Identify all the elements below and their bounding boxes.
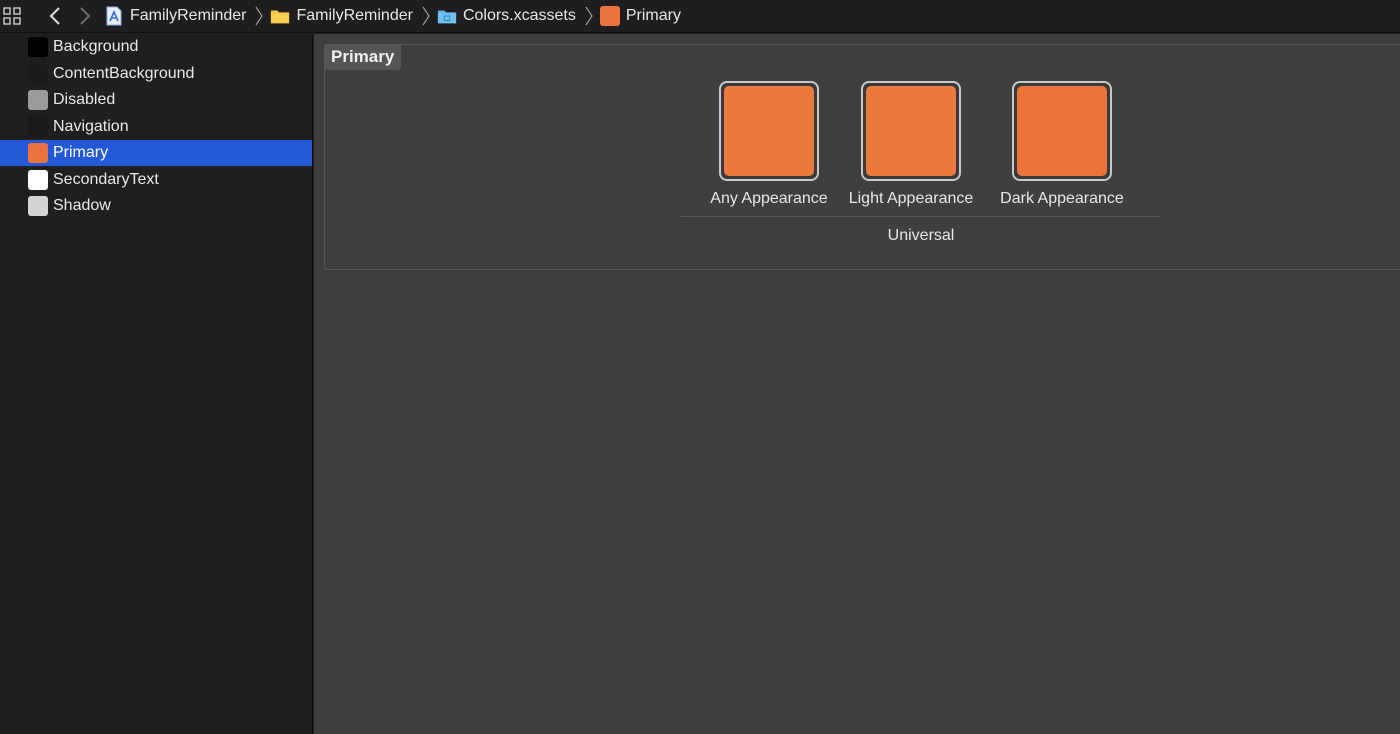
- color-swatch-icon: [28, 116, 48, 137]
- color-swatch-icon: [28, 63, 48, 84]
- asset-item-label: SecondaryText: [53, 170, 159, 188]
- breadcrumb-group[interactable]: FamilyReminder: [270, 6, 413, 26]
- color-fill: [866, 86, 956, 176]
- color-set-panel: Primary Any Appearance Light Appearance …: [324, 44, 1400, 270]
- asset-item-label: Shadow: [53, 197, 111, 214]
- back-button[interactable]: [40, 3, 70, 29]
- color-swatch-icon: [28, 196, 48, 216]
- color-swatch-icon: [28, 169, 48, 190]
- appearance-label: Dark Appearance: [1000, 190, 1124, 207]
- jump-bar: FamilyReminder FamilyReminder Colors.xca…: [0, 0, 1400, 33]
- color-set-title: Primary: [325, 45, 402, 70]
- breadcrumb-label: FamilyReminder: [130, 7, 247, 24]
- asset-item-secondarytext[interactable]: SecondaryText: [0, 167, 312, 193]
- asset-item-label: Navigation: [53, 117, 129, 135]
- project-file-icon: [104, 6, 124, 26]
- breadcrumb-label: Primary: [625, 7, 681, 24]
- color-well-dark-appearance[interactable]: [1012, 81, 1112, 181]
- chevron-right-icon: [80, 7, 91, 25]
- breadcrumb-separator-icon: [419, 5, 433, 27]
- color-swatch-icon: [28, 90, 48, 110]
- color-well-light-appearance[interactable]: [861, 81, 961, 181]
- color-fill: [1017, 86, 1107, 176]
- color-well-any-appearance[interactable]: [719, 81, 819, 181]
- breadcrumb-color-set[interactable]: Primary: [599, 6, 681, 26]
- breadcrumb-asset-catalog[interactable]: Colors.xcassets: [437, 6, 576, 26]
- asset-item-label: Primary: [53, 144, 109, 161]
- forward-button[interactable]: [70, 3, 100, 29]
- related-items-grid-icon[interactable]: [2, 6, 22, 26]
- asset-item-disabled[interactable]: Disabled: [0, 87, 312, 113]
- asset-item-primary[interactable]: Primary: [0, 140, 312, 166]
- asset-item-label: ContentBackground: [53, 64, 195, 82]
- group-divider: [681, 216, 1161, 217]
- asset-item-contentbackground[interactable]: ContentBackground: [0, 61, 312, 87]
- asset-item-navigation[interactable]: Navigation: [0, 114, 312, 140]
- asset-item-background[interactable]: Background: [0, 34, 312, 60]
- asset-item-shadow[interactable]: Shadow: [0, 193, 312, 219]
- color-set-icon: [599, 6, 620, 26]
- breadcrumb-separator-icon: [582, 5, 596, 27]
- breadcrumb-label: Colors.xcassets: [462, 7, 576, 24]
- asset-item-label: Background: [53, 38, 139, 55]
- color-set-editor: Primary Any Appearance Light Appearance …: [314, 34, 1400, 734]
- asset-list-sidebar: Background ContentBackground Disabled Na…: [0, 34, 313, 734]
- color-swatch-icon: [28, 37, 48, 57]
- chevron-left-icon: [49, 7, 60, 25]
- appearance-label: Light Appearance: [848, 190, 974, 207]
- device-group-label: Universal: [887, 227, 955, 244]
- breadcrumb-separator-icon: [252, 5, 266, 27]
- breadcrumb: FamilyReminder FamilyReminder Colors.xca…: [104, 5, 681, 27]
- color-swatch-icon: [28, 143, 48, 163]
- breadcrumb-project[interactable]: FamilyReminder: [104, 6, 246, 26]
- folder-icon: [270, 6, 290, 26]
- asset-item-label: Disabled: [53, 91, 116, 108]
- asset-catalog-icon: [437, 6, 457, 26]
- color-fill: [724, 86, 814, 176]
- appearance-label: Any Appearance: [710, 190, 828, 207]
- breadcrumb-label: FamilyReminder: [296, 7, 413, 24]
